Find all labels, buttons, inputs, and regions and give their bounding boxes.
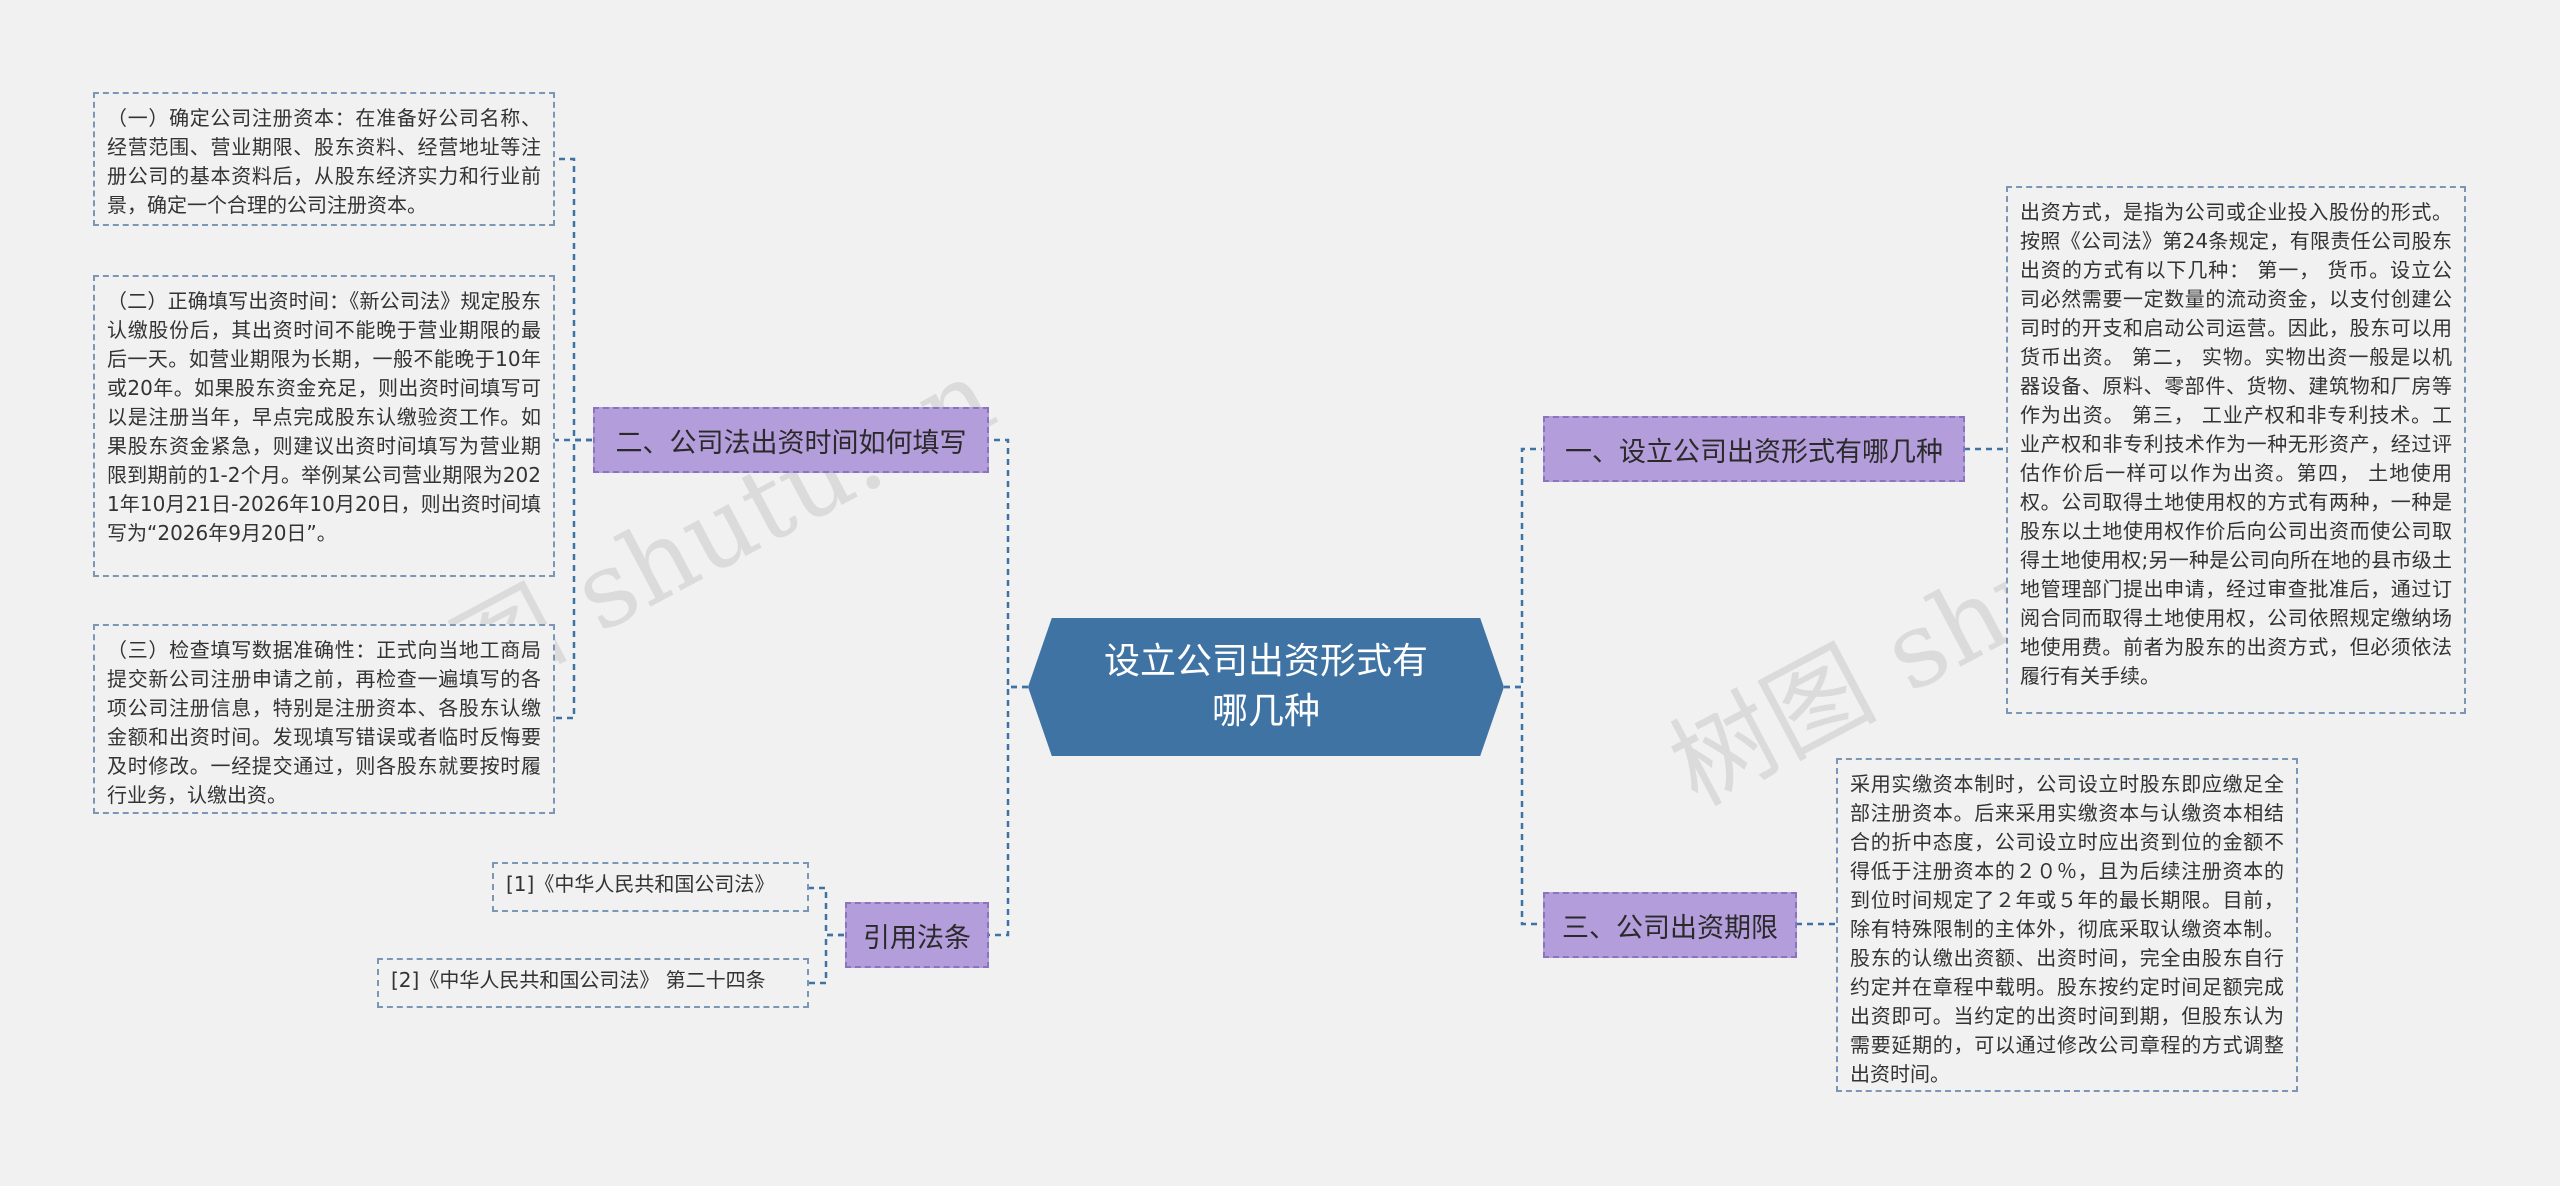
detail-text: 采用实缴资本制时，公司设立时股东即应缴足全部注册资本。后来采用实缴资本与认缴资本… (1850, 772, 2284, 1086)
central-topic-label: 设立公司出资形式有哪几种 (1103, 641, 1428, 732)
topic-cited-laws[interactable]: 引用法条 (845, 902, 989, 968)
reference-item[interactable]: [2]《中华人民共和国公司法》 第二十四条 (377, 958, 809, 1008)
item-text: （二）正确填写出资时间：《新公司法》规定股东认缴股份后，其出资时间不能晚于营业期… (107, 289, 541, 545)
item-fill-capital-time: （二）正确填写出资时间：《新公司法》规定股东认缴股份后，其出资时间不能晚于营业期… (93, 275, 555, 577)
topic-fill-capital-time[interactable]: 二、公司法出资时间如何填写 (593, 407, 989, 473)
detail-capital-deadline: 采用实缴资本制时，公司设立时股东即应缴足全部注册资本。后来采用实缴资本与认缴资本… (1836, 758, 2298, 1092)
connector-l2-to-ref1 (808, 886, 844, 937)
topic-capital-deadline[interactable]: 三、公司出资期限 (1543, 892, 1797, 958)
detail-forms-of-capital: 出资方式，是指为公司或企业投入股份的形式。 按照《公司法》第24条规定，有限责任… (2006, 186, 2466, 714)
reference-text: [1]《中华人民共和国公司法》 (506, 872, 775, 896)
central-topic[interactable]: 设立公司出资形式有哪几种 (1028, 618, 1504, 756)
item-check-data-accuracy: （三）检查填写数据准确性：正式向当地工商局提交新公司注册申请之前，再检查一遍填写… (93, 624, 555, 814)
item-determine-registered-capital: （一）确定公司注册资本：在准备好公司名称、经营范围、营业期限、股东资料、经营地址… (93, 92, 555, 226)
topic-label: 一、设立公司出资形式有哪几种 (1565, 436, 1943, 468)
connector-l1-to-item3 (554, 438, 592, 720)
connector-central-to-l1 (988, 438, 1028, 689)
detail-text: 出资方式，是指为公司或企业投入股份的形式。 按照《公司法》第24条规定，有限责任… (2020, 200, 2452, 688)
connector-l1-to-item1 (554, 157, 592, 442)
connector-central-to-r1 (1504, 447, 1542, 689)
topic-label: 引用法条 (863, 922, 971, 954)
connector-l2-to-ref2 (808, 933, 844, 985)
topic-forms-of-capital[interactable]: 一、设立公司出资形式有哪几种 (1543, 416, 1965, 482)
topic-label: 三、公司出资期限 (1562, 912, 1778, 944)
connector-central-to-r2 (1504, 685, 1542, 926)
mind-map-canvas: 树图 shutu.cn 树图 shutu.cn 设立公司出资形式有哪几种 一、设… (0, 0, 2560, 1186)
connector-central-to-l2 (988, 685, 1028, 937)
item-text: （一）确定公司注册资本：在准备好公司名称、经营范围、营业期限、股东资料、经营地址… (107, 106, 541, 217)
reference-text: [2]《中华人民共和国公司法》 第二十四条 (391, 968, 766, 992)
topic-label: 二、公司法出资时间如何填写 (615, 427, 967, 459)
item-text: （三）检查填写数据准确性：正式向当地工商局提交新公司注册申请之前，再检查一遍填写… (107, 638, 541, 807)
reference-item[interactable]: [1]《中华人民共和国公司法》 (492, 862, 809, 912)
